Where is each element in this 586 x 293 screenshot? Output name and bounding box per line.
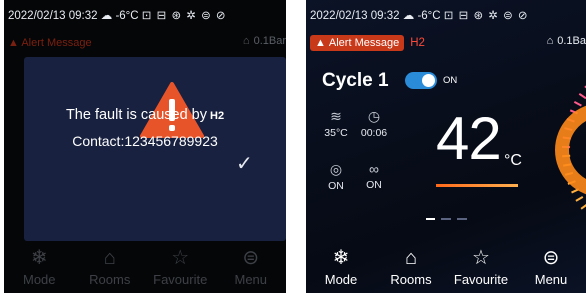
nav-menu[interactable]: ⊜ Menu — [221, 248, 281, 287]
nav-rooms[interactable]: ⌂ Rooms — [80, 248, 140, 287]
gauge-icon: ⌂ — [242, 35, 250, 47]
star-icon: ☆ — [472, 247, 490, 269]
dial-tick — [573, 100, 582, 107]
nav-mode[interactable]: ❄ Mode — [311, 248, 371, 287]
left-screen: 2022/02/13 09:32 ☁ -6°C ⊡ ⊟ ⊛ ✲ ⊜ ⊘ ▲ Al… — [4, 0, 286, 293]
toggle-label: ON — [443, 75, 458, 86]
house-icon: ⌂ — [103, 247, 116, 269]
snowflake-sun-icon: ❄ — [30, 247, 48, 269]
dial-tick — [578, 92, 586, 100]
check-icon[interactable]: ✓ — [236, 151, 253, 176]
water-temp-stat: ≋ 35°C — [318, 108, 354, 139]
cycle-title: Cycle 1 — [322, 70, 389, 91]
bottom-nav: ❄ Mode ⌂ Rooms ☆ Favourite ⊜ Menu — [306, 243, 586, 293]
datetime: 2022/02/13 09:32 — [8, 10, 98, 22]
snowflake-sun-icon: ❄ — [332, 247, 350, 269]
cycle-stat: ∞ ON — [356, 161, 392, 191]
weather-icon: ☁ — [402, 10, 415, 22]
dial-tick — [575, 195, 584, 202]
status-bar: 2022/02/13 09:32 ☁ -6°C ⊡ ⊟ ⊛ ✲ ⊜ ⊘ — [310, 8, 529, 22]
temperature-bar — [436, 184, 518, 187]
datetime: 2022/02/13 09:32 — [310, 10, 400, 22]
bottom-nav: ❄ Mode ⌂ Rooms ☆ Favourite ⊜ Menu — [4, 243, 286, 293]
nav-favourite[interactable]: ☆ Favourite — [150, 248, 210, 287]
water-temp-icon: ≋ — [330, 108, 342, 124]
pressure-readout: ⌂ 0.1Ba — [546, 35, 586, 47]
alert-row: ▲ Alert Message H2 — [310, 33, 425, 53]
nav-favourite[interactable]: ☆ Favourite — [451, 248, 511, 287]
nav-menu[interactable]: ⊜ Menu — [521, 248, 581, 287]
status-icons: ⊡ ⊟ ⊛ ✲ ⊜ ⊘ — [443, 10, 529, 22]
eco-stat: ◎ ON — [318, 161, 354, 192]
gauge-icon: ⌂ — [546, 35, 554, 47]
page-dot — [457, 218, 467, 220]
timer-icon: ◷ — [367, 108, 381, 124]
dial-tick — [580, 203, 586, 210]
timer-stat: ◷ 00:06 — [356, 108, 392, 139]
alert-row: ▲ Alert Message — [8, 33, 92, 53]
status-icons: ⊡ ⊟ ⊛ ✲ ⊜ ⊘ — [141, 10, 227, 22]
house-icon: ⌂ — [404, 247, 418, 269]
right-screen: 2022/02/13 09:32 ☁ -6°C ⊡ ⊟ ⊛ ✲ ⊜ ⊘ ▲ Al… — [306, 0, 586, 293]
contact-text: Contact:123456789923 — [72, 133, 218, 149]
warning-icon: ▲ — [315, 37, 326, 49]
fault-message: The fault is caused by H2 — [65, 107, 225, 123]
weather-temp: -6°C — [417, 10, 441, 22]
alert-button[interactable]: ▲ Alert Message — [8, 37, 92, 49]
status-bar: 2022/02/13 09:32 ☁ -6°C ⊡ ⊟ ⊛ ✲ ⊜ ⊘ — [8, 8, 227, 22]
menu-icon: ⊜ — [242, 247, 260, 269]
weather-icon: ☁ — [100, 10, 113, 22]
cycle-toggle[interactable] — [405, 72, 437, 89]
warning-icon: ▲ — [8, 37, 22, 49]
fault-code: H2 — [210, 110, 225, 122]
fault-dialog — [24, 57, 286, 241]
nav-rooms[interactable]: ⌂ Rooms — [381, 248, 441, 287]
alert-code: H2 — [410, 37, 425, 49]
alert-button[interactable]: ▲ Alert Message — [310, 35, 405, 51]
pressure-readout: ⌂ 0.1Bar — [242, 35, 286, 47]
nav-mode[interactable]: ❄ Mode — [9, 248, 69, 287]
weather-temp: -6°C — [115, 10, 139, 22]
temperature-value: 42 — [436, 105, 502, 172]
cycle-icon: ∞ — [369, 161, 379, 177]
menu-icon: ⊜ — [542, 247, 560, 269]
eco-icon: ◎ — [329, 161, 343, 177]
page-indicator[interactable] — [426, 218, 467, 220]
page-dot — [441, 218, 451, 220]
temperature-dial[interactable] — [512, 70, 586, 220]
star-icon: ☆ — [171, 247, 190, 269]
page-dot — [426, 218, 435, 220]
